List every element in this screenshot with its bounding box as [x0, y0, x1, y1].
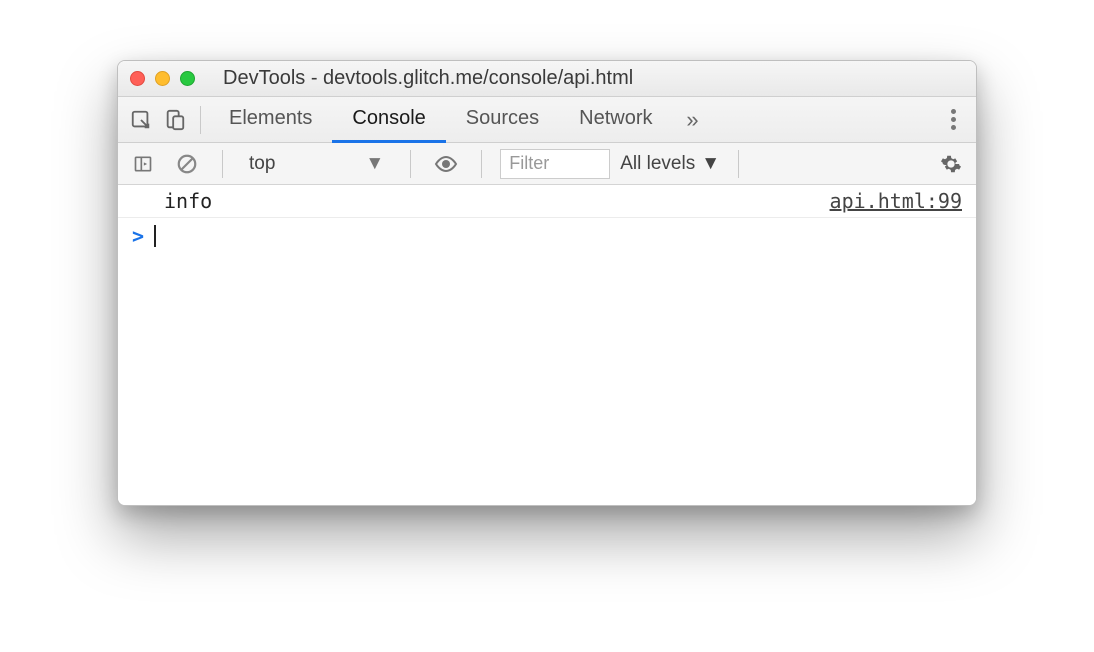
console-output: info api.html:99 >	[118, 185, 976, 505]
window-title: DevTools - devtools.glitch.me/console/ap…	[223, 67, 964, 90]
log-levels-selector[interactable]: All levels ▼	[620, 153, 720, 175]
levels-label: All levels	[620, 153, 695, 175]
settings-icon[interactable]	[934, 147, 968, 181]
divider	[481, 150, 482, 178]
divider	[738, 150, 739, 178]
console-prompt[interactable]: >	[118, 218, 976, 254]
text-cursor	[154, 225, 156, 247]
tab-elements[interactable]: Elements	[209, 97, 332, 143]
tab-sources[interactable]: Sources	[446, 97, 559, 143]
device-toggle-icon[interactable]	[158, 103, 192, 137]
divider	[222, 150, 223, 178]
log-message: info	[164, 189, 830, 213]
log-row: info api.html:99	[118, 185, 976, 218]
prompt-caret-icon: >	[132, 224, 144, 248]
more-menu-button[interactable]	[936, 106, 970, 133]
chevron-down-icon: ▼	[701, 153, 720, 175]
tab-strip: Elements Console Sources Network	[209, 97, 673, 143]
clear-console-icon[interactable]	[170, 147, 204, 181]
maximize-window-button[interactable]	[180, 71, 195, 86]
tab-console[interactable]: Console	[332, 97, 445, 143]
tabs-overflow-button[interactable]: »	[677, 107, 709, 133]
titlebar: DevTools - devtools.glitch.me/console/ap…	[118, 61, 976, 97]
window-controls	[130, 71, 195, 86]
log-source-link[interactable]: api.html:99	[830, 189, 962, 213]
live-expression-icon[interactable]	[429, 147, 463, 181]
close-window-button[interactable]	[130, 71, 145, 86]
context-label: top	[249, 153, 275, 175]
divider	[200, 106, 201, 134]
devtools-window: DevTools - devtools.glitch.me/console/ap…	[117, 60, 977, 506]
context-selector[interactable]: top ▼	[241, 153, 392, 175]
minimize-window-button[interactable]	[155, 71, 170, 86]
filter-input[interactable]	[500, 149, 610, 179]
console-toolbar: top ▼ All levels ▼	[118, 143, 976, 185]
console-sidebar-toggle-icon[interactable]	[126, 147, 160, 181]
divider	[410, 150, 411, 178]
inspect-element-icon[interactable]	[124, 103, 158, 137]
toolbar: Elements Console Sources Network »	[118, 97, 976, 143]
tab-network[interactable]: Network	[559, 97, 672, 143]
chevron-down-icon: ▼	[365, 153, 384, 175]
